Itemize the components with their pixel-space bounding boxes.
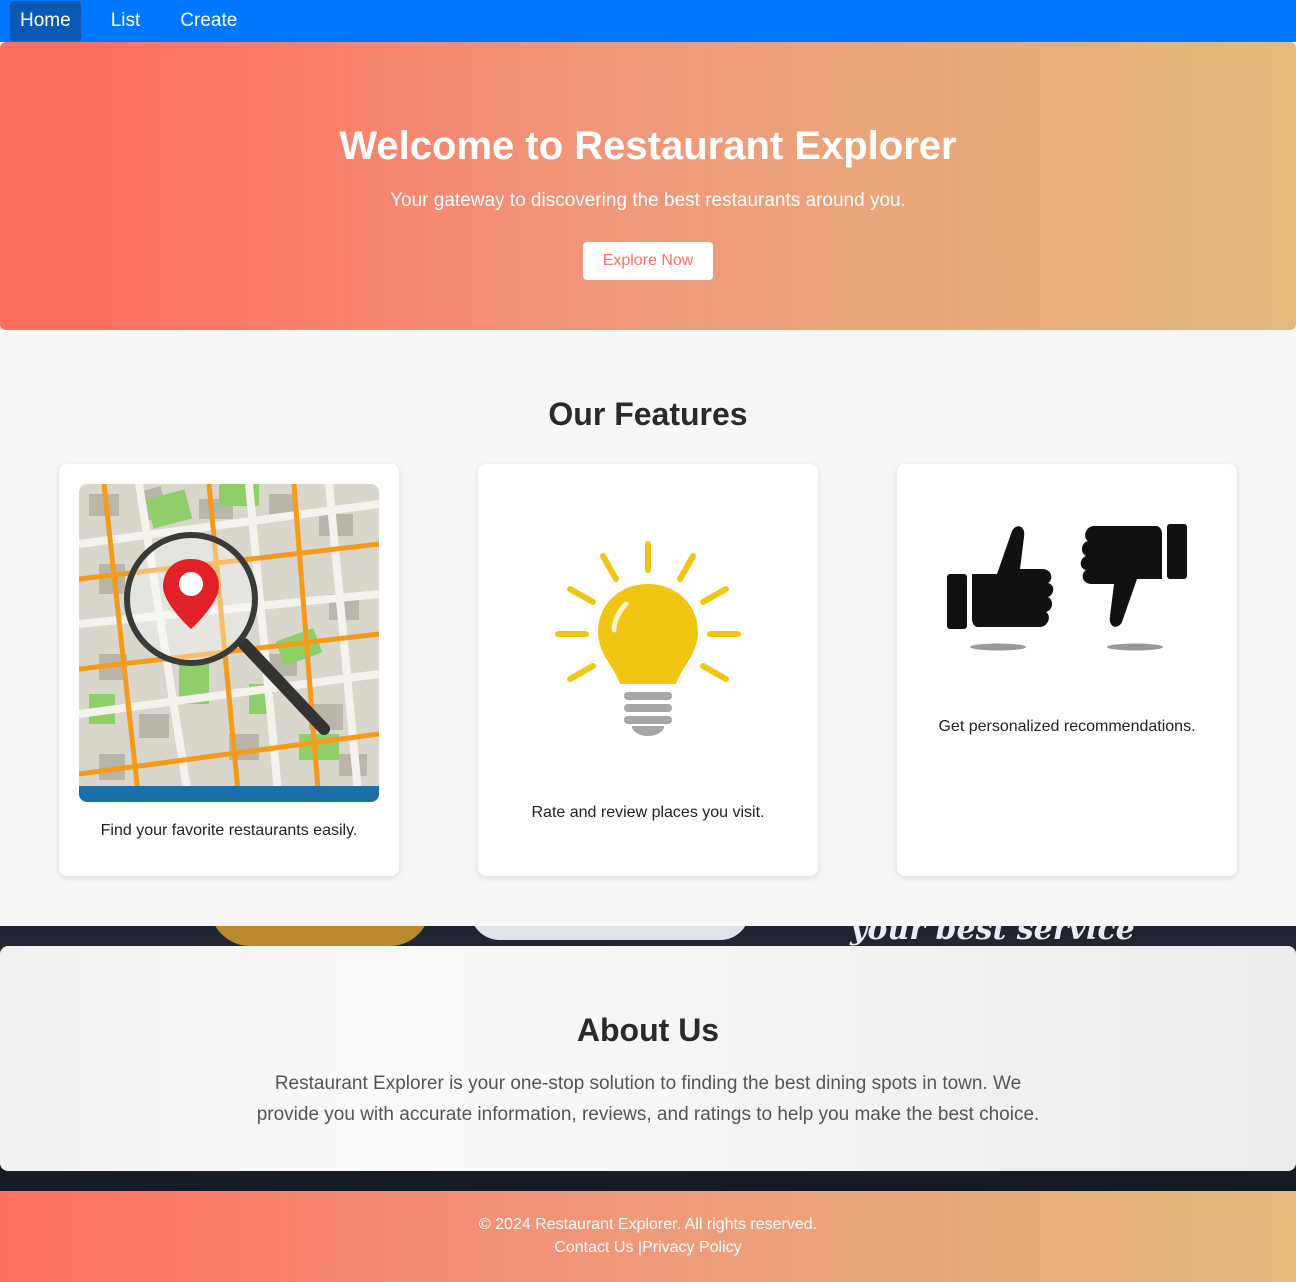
footer-links: Contact Us |Privacy Policy [0,1239,1296,1257]
about-section: About Us Restaurant Explorer is your one… [0,946,1296,1171]
feature-caption: Find your favorite restaurants easily. [100,822,358,839]
features-heading: Our Features [548,396,748,432]
contact-us-link[interactable]: Contact Us [554,1239,633,1256]
privacy-policy-link[interactable]: Privacy Policy [642,1239,742,1256]
nav-create-link[interactable]: Create [170,1,247,41]
hero-subtitle: Your gateway to discovering the best res… [390,190,906,211]
background-script-text: your best service [850,926,1135,947]
top-navbar: Home List Create [0,0,1296,42]
feature-card-find: Find your favorite restaurants easily. [59,464,399,876]
decor-shape [210,926,430,946]
feature-card-recommend: Get personalized recommendations. [897,464,1237,876]
nav-home-link[interactable]: Home [10,1,81,41]
hero-section: Welcome to Restaurant Explorer Your gate… [0,42,1296,330]
feature-caption: Get personalized recommendations. [938,718,1196,735]
hero-title: Welcome to Restaurant Explorer [339,124,957,168]
footer-copyright: © 2024 Restaurant Explorer. All rights r… [478,1216,818,1233]
thumbs-up-down-icon [947,524,1187,651]
map-search-icon [79,484,379,802]
footer: © 2024 Restaurant Explorer. All rights r… [0,1191,1296,1282]
about-heading: About Us [576,1012,720,1048]
explore-now-button[interactable]: Explore Now [583,242,713,280]
decor-shape [470,926,750,940]
lightbulb-icon [555,541,741,736]
nav-list-link[interactable]: List [101,1,151,41]
feature-card-rate: Rate and review places you visit. [478,464,818,876]
about-text: Restaurant Explorer is your one-stop sol… [256,1073,1040,1125]
feature-caption: Rate and review places you visit. [531,804,765,821]
features-section: Our Features Find your favorite restaura… [0,330,1296,926]
footer-separator: | [633,1239,643,1256]
